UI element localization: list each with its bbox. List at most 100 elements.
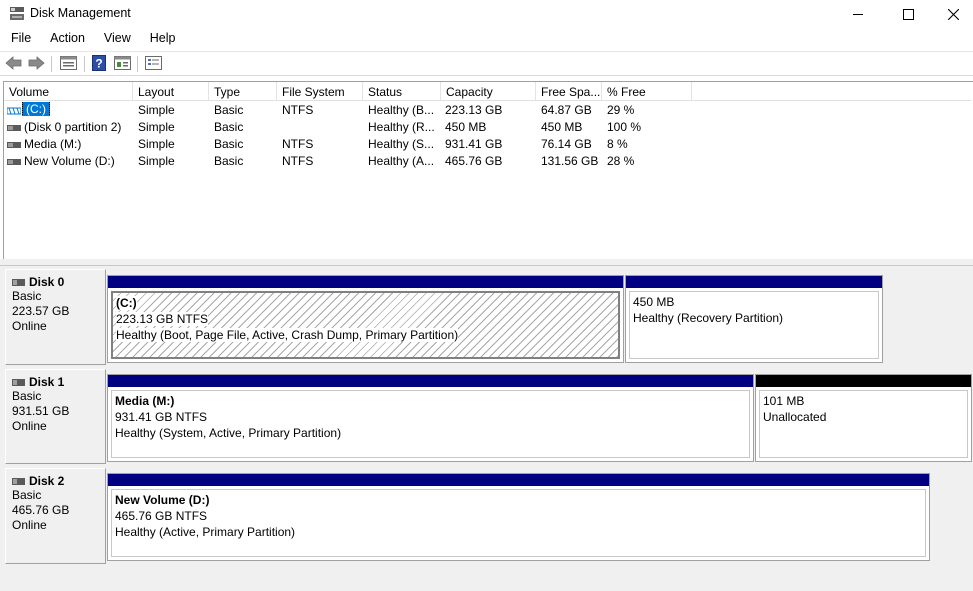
properties-icon	[59, 55, 77, 73]
table-row[interactable]: New Volume (D:) Simple Basic NTFS Health…	[4, 153, 971, 170]
layout-cell: Simple	[138, 137, 175, 151]
menu-view[interactable]: View	[93, 29, 139, 49]
partition-c[interactable]: (C:) 223.13 GB NTFS Healthy (Boot, Page …	[107, 275, 624, 363]
type-cell: Basic	[214, 154, 244, 168]
column-header-free-space[interactable]: Free Spa...	[536, 82, 602, 101]
partition-name: New Volume (D:)	[115, 493, 210, 507]
forward-arrow-icon	[27, 55, 45, 73]
menu-action[interactable]: Action	[39, 29, 93, 49]
volume-name: Media (M:)	[24, 137, 82, 151]
partition-status: Unallocated	[763, 410, 827, 424]
toolbar-separator	[51, 56, 52, 72]
type-cell: Basic	[214, 120, 244, 134]
column-headers: Volume Layout Type File System Status Ca…	[4, 82, 971, 101]
partition-new-volume[interactable]: New Volume (D:) 465.76 GB NTFS Healthy (…	[107, 473, 930, 561]
disk-icon	[12, 474, 25, 488]
column-header-type[interactable]: Type	[209, 82, 277, 101]
column-header-status[interactable]: Status	[363, 82, 441, 101]
volume-name: (Disk 0 partition 2)	[24, 120, 122, 134]
disk-0-label[interactable]: Disk 0 Basic 223.57 GB Online	[5, 269, 106, 365]
status-cell: Healthy (A...	[368, 154, 435, 168]
partition-name: Media (M:)	[115, 394, 175, 408]
toolbar: ?	[0, 51, 973, 76]
partition-status: Healthy (Boot, Page File, Active, Crash …	[116, 328, 459, 342]
refresh-view-button[interactable]	[112, 55, 132, 73]
capacity-cell: 223.13 GB	[445, 103, 503, 117]
window-title: Disk Management	[30, 6, 131, 20]
disk-state: Online	[12, 419, 47, 433]
file-system-cell: NTFS	[282, 154, 314, 168]
free-space-cell: 76.14 GB	[541, 137, 592, 151]
disk-size: 223.57 GB	[12, 304, 70, 318]
partition-bar	[108, 276, 623, 288]
layout-cell: Simple	[138, 120, 175, 134]
type-cell: Basic	[214, 137, 244, 151]
disk-size: 465.76 GB	[12, 503, 70, 517]
disk-type: Basic	[12, 488, 42, 502]
status-cell: Healthy (R...	[368, 120, 435, 134]
free-space-cell: 64.87 GB	[541, 103, 592, 117]
partition-body: Media (M:) 931.41 GB NTFS Healthy (Syste…	[111, 390, 750, 458]
partition-bar	[108, 375, 753, 387]
column-header-layout[interactable]: Layout	[133, 82, 209, 101]
minimize-button[interactable]	[835, 0, 881, 28]
partition-body: New Volume (D:) 465.76 GB NTFS Healthy (…	[111, 489, 926, 557]
column-header-percent-free[interactable]: % Free	[602, 82, 692, 101]
partition-recovery[interactable]: 450 MB Healthy (Recovery Partition)	[625, 275, 883, 363]
partition-media[interactable]: Media (M:) 931.41 GB NTFS Healthy (Syste…	[107, 374, 754, 462]
status-cell: Healthy (S...	[368, 137, 435, 151]
table-row[interactable]: (C:) Simple Basic NTFS Healthy (B... 223…	[4, 102, 971, 119]
type-cell: Basic	[214, 103, 244, 117]
disk-list-button[interactable]	[143, 55, 163, 73]
percent-free-cell: 28 %	[607, 154, 635, 168]
table-row[interactable]: Media (M:) Simple Basic NTFS Healthy (S.…	[4, 136, 971, 153]
disk-1-label[interactable]: Disk 1 Basic 931.51 GB Online	[5, 369, 106, 464]
volume-list: Volume Layout Type File System Status Ca…	[3, 81, 973, 259]
back-arrow-icon	[5, 55, 23, 73]
toolbar-separator	[84, 56, 85, 72]
partition-bar	[756, 375, 971, 387]
column-header-capacity[interactable]: Capacity	[441, 82, 536, 101]
forward-button[interactable]	[26, 55, 46, 73]
disk-2-label[interactable]: Disk 2 Basic 465.76 GB Online	[5, 468, 106, 564]
volume-icon	[6, 105, 22, 115]
toolbar-separator	[137, 56, 138, 72]
pane-splitter[interactable]	[0, 259, 973, 266]
volume-icon	[7, 122, 21, 132]
partition-size: 465.76 GB NTFS	[115, 509, 208, 523]
partition-status: Healthy (Active, Primary Partition)	[115, 525, 296, 539]
disk-graphical-view: Disk 0 Basic 223.57 GB Online (C:) 223.1…	[0, 266, 973, 591]
layout-cell: Simple	[138, 154, 175, 168]
percent-free-cell: 8 %	[607, 137, 628, 151]
disk-management-icon	[9, 6, 25, 21]
minimize-icon	[853, 9, 863, 19]
partition-unallocated[interactable]: 101 MB Unallocated	[755, 374, 972, 462]
back-button[interactable]	[4, 55, 24, 73]
partition-body: 450 MB Healthy (Recovery Partition)	[629, 291, 879, 359]
help-button[interactable]: ?	[89, 54, 109, 73]
table-row[interactable]: (Disk 0 partition 2) Simple Basic Health…	[4, 119, 971, 136]
disk-state: Online	[12, 319, 47, 333]
free-space-cell: 131.56 GB	[541, 154, 599, 168]
column-header-volume[interactable]: Volume	[4, 82, 133, 101]
status-cell: Healthy (B...	[368, 103, 435, 117]
free-space-cell: 450 MB	[541, 120, 583, 134]
volume-icon	[7, 156, 21, 166]
maximize-icon	[902, 8, 914, 20]
svg-text:?: ?	[95, 56, 102, 70]
properties-button[interactable]	[58, 55, 78, 73]
partition-body: (C:) 223.13 GB NTFS Healthy (Boot, Page …	[111, 291, 620, 359]
column-header-file-system[interactable]: File System	[277, 82, 363, 101]
refresh-view-icon	[113, 55, 131, 73]
menu-file[interactable]: File	[0, 29, 39, 49]
maximize-button[interactable]	[885, 0, 931, 28]
disk-name: Disk 1	[29, 375, 65, 389]
volume-name: New Volume (D:)	[24, 154, 115, 168]
menu-bar: File Action View Help	[0, 29, 184, 49]
menu-help[interactable]: Help	[139, 29, 184, 49]
partition-status: Healthy (Recovery Partition)	[633, 311, 784, 325]
title-bar: Disk Management	[0, 0, 973, 28]
percent-free-cell: 29 %	[607, 103, 635, 117]
close-button[interactable]	[930, 0, 973, 28]
partition-size: 101 MB	[763, 394, 805, 408]
